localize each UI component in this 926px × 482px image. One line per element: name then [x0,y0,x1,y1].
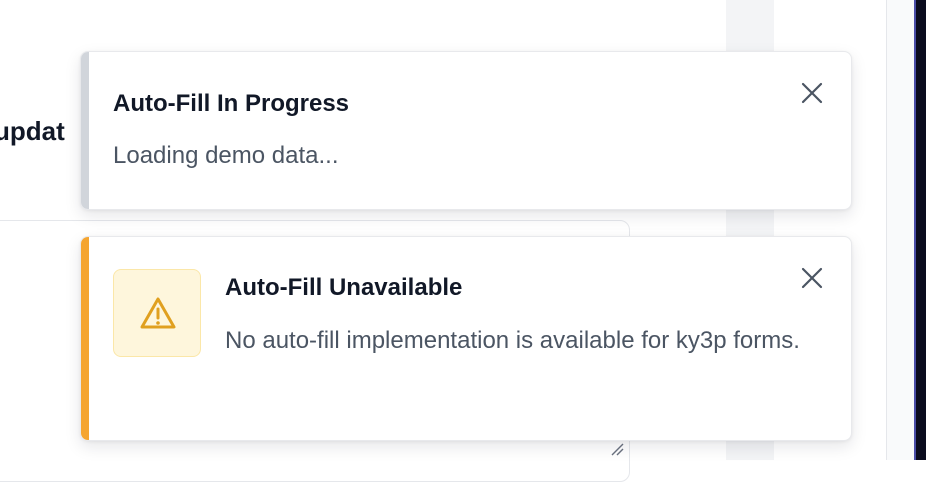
close-toast-button[interactable] [799,80,825,106]
toast-title: Auto-Fill In Progress [113,90,350,117]
close-icon [801,267,823,289]
close-icon [801,82,823,104]
toast-description: Loading demo data... [113,142,339,169]
toast-autofill-progress: Auto-Fill In Progress Loading demo data.… [80,51,852,210]
toast-description: No auto-fill implementation is available… [225,327,800,354]
resize-handle-icon[interactable] [608,440,624,456]
desktop-edge [914,0,926,460]
window-edge [887,0,914,460]
toast-accent-bar [81,237,89,440]
warning-badge [113,269,201,357]
warning-triangle-icon [140,297,176,329]
toast-accent-bar [81,52,89,209]
toast-autofill-unavailable: Auto-Fill Unavailable No auto-fill imple… [80,236,852,441]
close-toast-button[interactable] [799,265,825,291]
toast-title: Auto-Fill Unavailable [225,274,463,301]
section-heading: updat [0,116,65,146]
